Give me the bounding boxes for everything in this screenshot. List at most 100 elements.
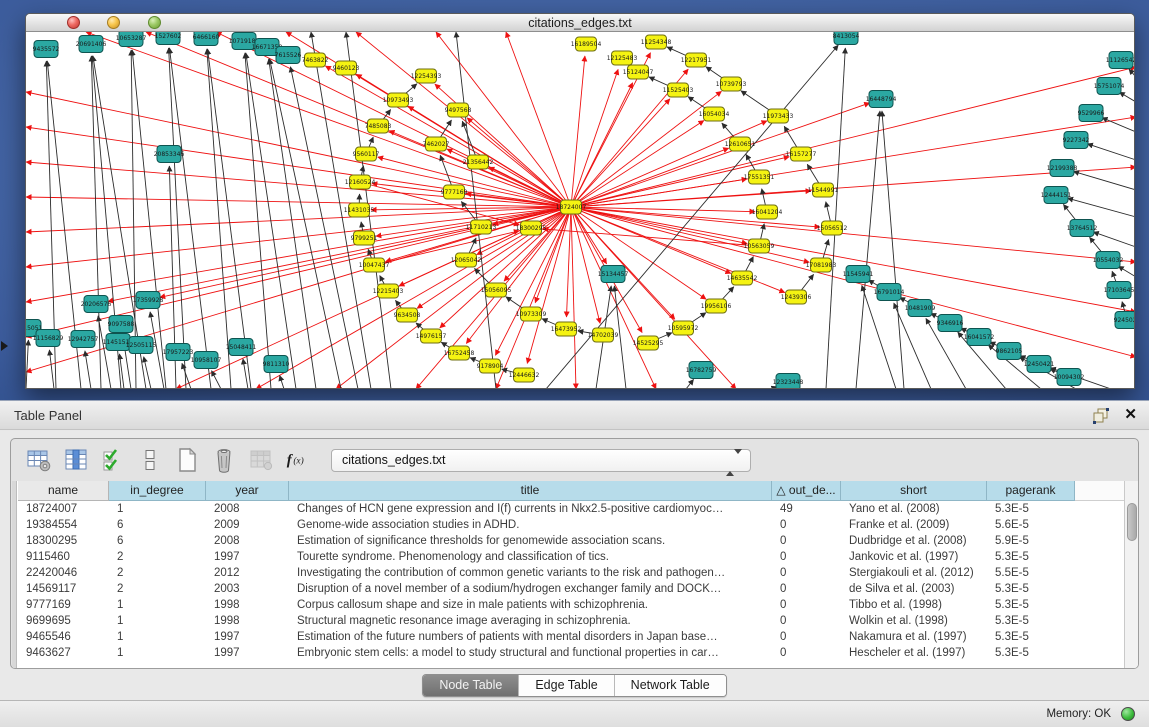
float-window-icon[interactable] bbox=[1093, 408, 1109, 424]
select-columns-icon[interactable] bbox=[62, 446, 90, 474]
graph-node-label: 12217951 bbox=[681, 57, 712, 64]
column-header-in_degree[interactable]: in_degree bbox=[109, 481, 206, 501]
table-cell: 5.3E-5 bbox=[987, 501, 1075, 517]
graph-node-label: 12215403 bbox=[373, 288, 404, 295]
table-row[interactable]: 946554611997Estimation of the future num… bbox=[18, 629, 1124, 645]
table-row[interactable]: 1830029562008Estimation of significance … bbox=[18, 533, 1124, 549]
table-row[interactable]: 977716911998Corpus callosum shape and si… bbox=[18, 597, 1124, 613]
table-cell: 2003 bbox=[206, 581, 289, 597]
graph-node-label: 9460123 bbox=[333, 65, 360, 72]
memory-status-icon[interactable] bbox=[1121, 707, 1135, 721]
table-cell: 1998 bbox=[206, 597, 289, 613]
network-graph-canvas[interactable]: 1872400718300295122543931097349374850839… bbox=[26, 32, 1134, 388]
table-cell: Tibbo et al. (1998) bbox=[841, 597, 987, 613]
graph-edge-red bbox=[571, 207, 736, 388]
new-document-icon[interactable] bbox=[173, 446, 201, 474]
network-window-titlebar[interactable]: citations_edges.txt bbox=[26, 14, 1134, 32]
graph-edge-black bbox=[26, 340, 28, 388]
table-cell: 1 bbox=[109, 613, 206, 629]
graph-node-label: 16157277 bbox=[786, 151, 817, 158]
table-panel-header: Table Panel ✕ bbox=[0, 400, 1149, 430]
table-cell: Changes of HCN gene expression and I(f) … bbox=[289, 501, 772, 517]
graph-edge-black bbox=[208, 49, 251, 388]
table-cell: 9463627 bbox=[18, 645, 109, 661]
scrollbar-thumb[interactable] bbox=[1127, 503, 1137, 541]
column-header-title[interactable]: title bbox=[289, 481, 772, 501]
table-settings-icon[interactable] bbox=[25, 446, 53, 474]
table-cell: 18300295 bbox=[18, 533, 109, 549]
graph-node-label: 10973309 bbox=[516, 311, 547, 318]
graph-node-label: 10563059 bbox=[744, 243, 775, 250]
table-cell: 22420046 bbox=[18, 565, 109, 581]
tab-network-table[interactable]: Network Table bbox=[614, 675, 726, 696]
graph-node-label: 11545941 bbox=[843, 271, 874, 278]
graph-node-label: 11973433 bbox=[763, 113, 794, 120]
graph-node-label: 9346916 bbox=[937, 320, 964, 327]
column-header-short[interactable]: short bbox=[841, 481, 987, 501]
table-cell: 14569117 bbox=[18, 581, 109, 597]
table-cell: 9699695 bbox=[18, 613, 109, 629]
table-cell: Tourette syndrome. Phenomenology and cla… bbox=[289, 549, 772, 565]
graph-node-label: 12446632 bbox=[509, 372, 540, 379]
tab-node-table[interactable]: Node Table bbox=[423, 675, 518, 696]
close-traffic-light-icon[interactable] bbox=[67, 16, 80, 29]
close-panel-icon[interactable]: ✕ bbox=[1124, 405, 1137, 425]
table-selector-dropdown[interactable]: citations_edges.txt bbox=[331, 449, 751, 472]
table-row[interactable]: 946362711997Embryonic stem cells: a mode… bbox=[18, 645, 1124, 661]
graph-node-label: 10739793 bbox=[716, 81, 747, 88]
graph-edge-red bbox=[571, 207, 607, 264]
table-cell: 0 bbox=[772, 533, 841, 549]
table-cell: 5.6E-5 bbox=[987, 517, 1075, 533]
table-cell: Genome-wide association studies in ADHD. bbox=[289, 517, 772, 533]
graph-node-label: 10047437 bbox=[359, 262, 390, 269]
column-header-year[interactable]: year bbox=[206, 481, 289, 501]
graph-node-label: 16448794 bbox=[866, 96, 897, 103]
graph-node-label: 14525295 bbox=[633, 340, 664, 347]
graph-node-label: 16041204 bbox=[752, 209, 783, 216]
table-cell: 1 bbox=[109, 629, 206, 645]
graph-edge-black bbox=[1087, 144, 1134, 160]
panel-collapse-arrow-icon[interactable] bbox=[1, 341, 8, 351]
tab-edge-table[interactable]: Edge Table bbox=[518, 675, 613, 696]
show-all-columns-icon[interactable] bbox=[99, 446, 127, 474]
graph-edge-red bbox=[571, 207, 1134, 312]
graph-node-label: 13764512 bbox=[1067, 225, 1098, 232]
graph-edge-red bbox=[566, 207, 571, 317]
table-row[interactable]: 1456911722003Disruption of a novel membe… bbox=[18, 581, 1124, 597]
graph-edge-red bbox=[571, 207, 576, 388]
graph-node-label: 9799251 bbox=[351, 235, 378, 242]
row-options-icon[interactable] bbox=[136, 446, 164, 474]
column-header-pagerank[interactable]: pagerank bbox=[987, 481, 1075, 501]
table-panel-title: Table Panel bbox=[14, 401, 82, 430]
table-row[interactable]: 2242004622012Investigating the contribut… bbox=[18, 565, 1124, 581]
graph-node-label: 16752458 bbox=[444, 350, 475, 357]
table-row[interactable]: 911546021997Tourette syndrome. Phenomeno… bbox=[18, 549, 1124, 565]
graph-node-label: 16791014 bbox=[874, 289, 905, 296]
minimize-traffic-light-icon[interactable] bbox=[107, 16, 120, 29]
graph-node-label: 15056095 bbox=[481, 287, 512, 294]
graph-node-label: 8413054 bbox=[833, 33, 860, 40]
column-header-out_de[interactable]: △ out_de... bbox=[772, 481, 841, 501]
table-row[interactable]: 969969511998Structural magnetic resonanc… bbox=[18, 613, 1124, 629]
function-builder-icon[interactable]: f (x) bbox=[284, 446, 312, 474]
table-row[interactable]: 1938455462009Genome-wide association stu… bbox=[18, 517, 1124, 533]
vertical-scrollbar[interactable] bbox=[1124, 481, 1138, 669]
graph-node-label: 12505115 bbox=[126, 342, 157, 349]
network-view-desktop: citations_edges.txt 18724007183002951225… bbox=[0, 0, 1149, 400]
graph-edge-black bbox=[1118, 266, 1134, 277]
graph-edge-black bbox=[1074, 171, 1134, 190]
graph-edge-red bbox=[571, 207, 600, 323]
graph-edge-black bbox=[1119, 92, 1134, 102]
graph-node-label: 9560117 bbox=[353, 151, 380, 158]
zoom-traffic-light-icon[interactable] bbox=[148, 16, 161, 29]
table-row[interactable]: 1872400712008Changes of HCN gene express… bbox=[18, 501, 1124, 517]
graph-node-label: 15056512 bbox=[817, 225, 848, 232]
graph-edge-black bbox=[85, 351, 91, 388]
graph-node-label: 11710213 bbox=[466, 224, 497, 231]
delete-icon[interactable] bbox=[210, 446, 238, 474]
memory-status-label: Memory: OK bbox=[1046, 708, 1111, 720]
graph-edge-black bbox=[169, 48, 211, 388]
column-header-name[interactable]: name bbox=[18, 481, 109, 501]
graph-node-label: 10958107 bbox=[191, 357, 222, 364]
table-cell: 2008 bbox=[206, 501, 289, 517]
